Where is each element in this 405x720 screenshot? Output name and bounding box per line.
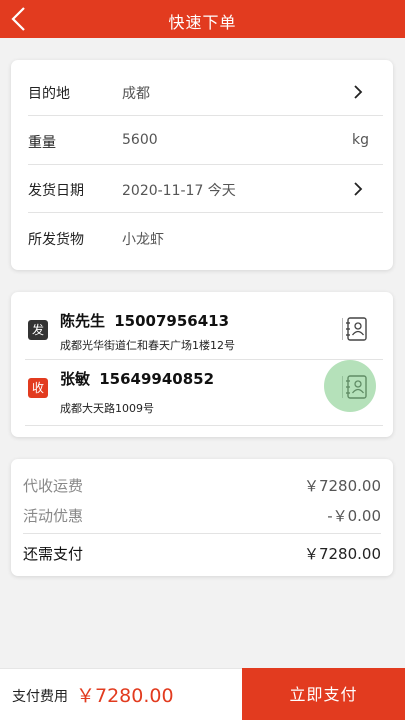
total-value: ￥7280.00 [303, 545, 381, 563]
ship-date-label: 发货日期 [28, 183, 84, 199]
weight-unit: kg [352, 132, 369, 148]
freight-value: ￥7280.00 [303, 477, 381, 495]
receiver-phone: 15649940852 [99, 370, 215, 388]
sender-contact[interactable]: 发 陈先生 15007956413 成都光华街道仁和春天广场1楼12号 [25, 304, 383, 360]
goods-input[interactable]: 小龙虾 [122, 229, 164, 249]
sender-name: 陈先生 [60, 312, 106, 330]
freight-row: 代收运费 ￥7280.00 [23, 469, 381, 499]
weight-row[interactable]: 重量 5600 kg [28, 117, 383, 165]
header-bar: 快速下单 [0, 0, 405, 38]
receiver-name: 张敏 [60, 370, 91, 388]
ship-date-value: 2020-11-17 今天 [122, 183, 236, 199]
chevron-right-icon [354, 85, 363, 99]
freight-label: 代收运费 [23, 477, 84, 495]
goods-row[interactable]: 所发货物 小龙虾 [28, 214, 383, 262]
discount-row: 活动优惠 -￥0.00 [23, 499, 381, 529]
destination-label: 目的地 [28, 86, 70, 102]
chevron-right-icon [354, 182, 363, 196]
weight-input[interactable]: 5600 [122, 132, 158, 148]
receiver-address: 成都大天路1009号 [60, 402, 154, 415]
receiver-name-line: 张敏 15649940852 [60, 368, 214, 389]
ship-date-row[interactable]: 发货日期 2020-11-17 今天 [28, 165, 383, 213]
page-title: 快速下单 [168, 13, 237, 32]
pay-amount: ￥7280.00 [76, 685, 174, 707]
divider [342, 318, 343, 340]
address-book-icon[interactable] [345, 316, 369, 342]
receiver-tag: 收 [28, 378, 48, 398]
goods-label: 所发货物 [28, 232, 84, 248]
order-info-card: 目的地 成都 重量 5600 kg 发货日期 2020-11-17 今天 所发货… [11, 60, 393, 270]
payment-footer: 支付费用 ￥7280.00 立即支付 [0, 668, 405, 720]
destination-row[interactable]: 目的地 成都 [28, 68, 383, 116]
touch-indicator [324, 360, 376, 412]
sender-address: 成都光华街道仁和春天广场1楼12号 [60, 339, 235, 352]
sender-tag: 发 [28, 320, 48, 340]
sender-phone: 15007956413 [114, 312, 230, 330]
pay-label: 支付费用 [12, 689, 68, 705]
discount-value: -￥0.00 [327, 507, 381, 525]
destination-value: 成都 [122, 86, 150, 102]
total-label: 还需支付 [23, 545, 84, 563]
fee-summary-card: 代收运费 ￥7280.00 活动优惠 -￥0.00 还需支付 ￥7280.00 [11, 459, 393, 576]
weight-label: 重量 [28, 135, 56, 151]
total-row: 还需支付 ￥7280.00 [23, 533, 381, 567]
discount-label: 活动优惠 [23, 507, 84, 525]
pay-now-button[interactable]: 立即支付 [242, 668, 405, 720]
sender-name-line: 陈先生 15007956413 [60, 310, 229, 331]
